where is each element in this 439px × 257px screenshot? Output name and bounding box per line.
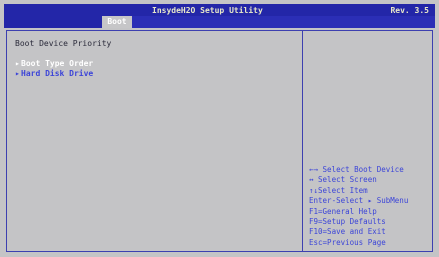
tab-bar-fill bbox=[132, 16, 435, 28]
help-select-boot-device: ←→ Select Boot Device bbox=[309, 165, 404, 174]
help-panel: ←→ Select Boot Device ↔ Select Screen ↑↓… bbox=[303, 31, 432, 251]
tab-boot[interactable]: Boot bbox=[102, 16, 132, 28]
main-frame: Boot Device Priority ▸Boot Type Order ▸H… bbox=[6, 30, 433, 252]
page-title: Boot Device Priority bbox=[15, 39, 112, 48]
tab-bar: Boot bbox=[4, 16, 435, 28]
bios-screen: InsydeH2O Setup Utility Rev. 3.5 Boot Bo… bbox=[0, 0, 439, 257]
help-setup-defaults: F9=Setup Defaults bbox=[309, 217, 386, 227]
menu-item-label: Hard Disk Drive bbox=[21, 69, 94, 78]
settings-panel: Boot Device Priority ▸Boot Type Order ▸H… bbox=[7, 31, 303, 251]
app-title: InsydeH2O Setup Utility bbox=[152, 6, 263, 15]
key-help-list: ←→ Select Boot Device ↔ Select Screen ↑↓… bbox=[309, 165, 439, 248]
help-select-screen: ↔ Select Screen bbox=[309, 175, 377, 185]
revision-label: Rev. 3.5 bbox=[390, 6, 429, 15]
menu-item-boot-type-order[interactable]: ▸Boot Type Order bbox=[15, 59, 93, 69]
title-bar: InsydeH2O Setup Utility Rev. 3.5 bbox=[4, 4, 435, 16]
menu-item-label: Boot Type Order bbox=[21, 59, 94, 68]
menu-item-hard-disk-drive[interactable]: ▸Hard Disk Drive bbox=[15, 69, 93, 79]
help-select-item: ↑↓Select Item bbox=[309, 185, 368, 195]
help-general-help: F1=General Help bbox=[309, 206, 377, 216]
help-save-exit: F10=Save and Exit bbox=[309, 227, 386, 237]
help-previous-page: Esc=Previous Page bbox=[309, 237, 386, 247]
help-enter-submenu: Enter-Select ▸ SubMenu bbox=[309, 196, 409, 206]
boot-menu: ▸Boot Type Order ▸Hard Disk Drive bbox=[15, 59, 93, 79]
